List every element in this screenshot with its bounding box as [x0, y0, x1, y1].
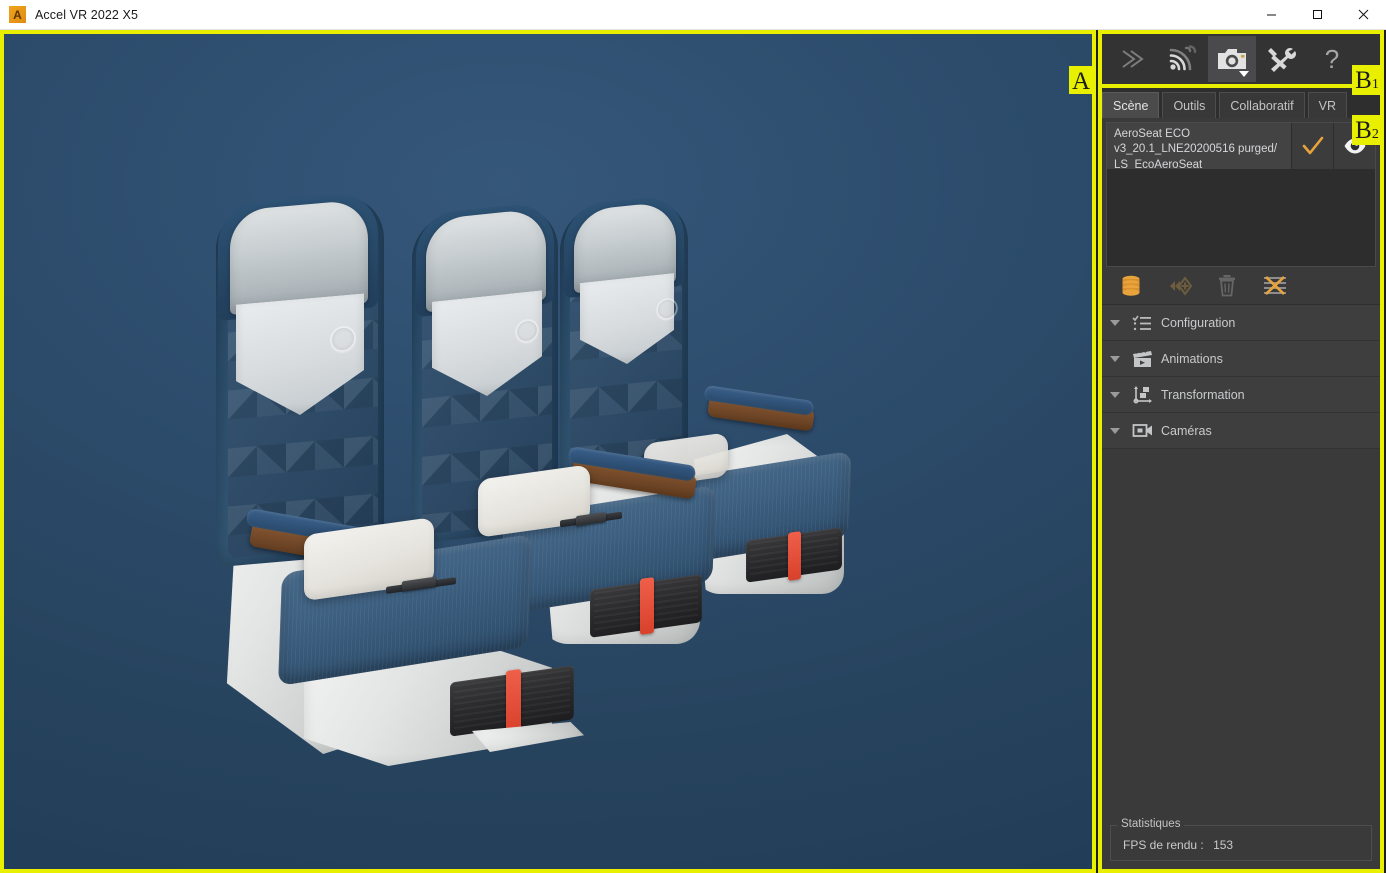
camera-icon[interactable] [1208, 36, 1256, 82]
close-button[interactable] [1340, 0, 1386, 30]
clear-list-icon[interactable] [1262, 273, 1288, 299]
scene-list-item[interactable]: AeroSeat ECO v3_20.1_LNE20200516 purged/… [1107, 123, 1375, 170]
camera-dropdown-caret-icon[interactable] [1239, 71, 1249, 77]
3d-viewport[interactable] [4, 34, 1092, 869]
chevron-down-icon[interactable] [1110, 319, 1120, 326]
tab-collaboratif[interactable]: Collaboratif [1219, 92, 1305, 118]
annotation-badge-b2: B2 [1352, 115, 1382, 145]
badge-b2-sub: 2 [1371, 127, 1379, 142]
panel-region-b2: Scène Outils Collaboratif VR AeroSeat EC… [1098, 88, 1384, 873]
help-icon[interactable]: ? [1308, 36, 1356, 82]
app-logo-icon: A [9, 6, 26, 23]
badge-b2-text: B [1355, 117, 1372, 144]
scene-panel: Scène Outils Collaboratif VR AeroSeat EC… [1102, 88, 1380, 869]
aircraft-seat-row-model [4, 34, 1092, 869]
fps-row: FPS de rendu : 153 [1119, 832, 1363, 852]
clapperboard-icon [1131, 348, 1153, 370]
panel-tabs: Scène Outils Collaboratif VR [1102, 88, 1380, 118]
tab-vr[interactable]: VR [1307, 92, 1348, 118]
streaming-icon[interactable] [1158, 36, 1206, 82]
delete-trash-icon[interactable] [1214, 273, 1240, 299]
window-controls [1248, 0, 1386, 30]
video-camera-icon [1131, 420, 1153, 442]
properties-accordion: Configuration Animations Transformation … [1102, 305, 1380, 449]
accordion-section-transformation[interactable]: Transformation [1102, 377, 1380, 413]
transform-node-icon [1131, 384, 1153, 406]
check-icon [1302, 136, 1323, 155]
scene-list[interactable]: AeroSeat ECO v3_20.1_LNE20200516 purged/… [1106, 122, 1376, 267]
accordion-section-configuration[interactable]: Configuration [1102, 305, 1380, 341]
chevron-down-icon[interactable] [1110, 427, 1120, 434]
tools-icon[interactable] [1258, 36, 1306, 82]
toolbar-region-b1: ? [1098, 30, 1384, 88]
maximize-button[interactable] [1294, 0, 1340, 30]
chevron-down-icon[interactable] [1110, 391, 1120, 398]
annotation-badge-a: A [1069, 66, 1093, 94]
scene-list-actions [1102, 267, 1380, 305]
minimize-button[interactable] [1248, 0, 1294, 30]
database-stack-icon[interactable] [1118, 273, 1144, 299]
statistics-legend: Statistiques [1117, 818, 1185, 830]
right-column: ? Scène Outils Collaboratif VR AeroSeat [1096, 30, 1386, 873]
accordion-label: Configuration [1161, 315, 1236, 330]
svg-text:?: ? [1325, 45, 1339, 73]
add-node-icon[interactable] [1166, 273, 1192, 299]
accordion-label: Caméras [1161, 423, 1212, 438]
workspace: ? Scène Outils Collaboratif VR AeroSeat [0, 30, 1386, 873]
badge-b1-sub: 1 [1371, 77, 1379, 92]
title-bar: A Accel VR 2022 X5 [0, 0, 1386, 30]
accordion-section-animations[interactable]: Animations [1102, 341, 1380, 377]
badge-a-text: A [1071, 68, 1091, 95]
checklist-icon [1131, 312, 1153, 334]
accordion-section-cameras[interactable]: Caméras [1102, 413, 1380, 449]
fps-value: 153 [1213, 838, 1234, 852]
chevron-down-icon[interactable] [1110, 355, 1120, 362]
scene-item-check-toggle[interactable] [1291, 123, 1333, 169]
fps-label: FPS de rendu : [1123, 838, 1204, 852]
annotation-badge-b1: B1 [1352, 65, 1382, 95]
main-toolbar: ? [1102, 34, 1380, 84]
viewport-region-a[interactable] [0, 30, 1096, 873]
accordion-label: Transformation [1161, 387, 1245, 402]
tab-scene[interactable]: Scène [1102, 92, 1160, 118]
statistics-group: Statistiques FPS de rendu : 153 [1110, 818, 1372, 861]
expand-chevron-icon[interactable] [1108, 36, 1156, 82]
panel-empty-area [1102, 449, 1380, 825]
window-title: Accel VR 2022 X5 [35, 7, 139, 22]
scene-item-label: AeroSeat ECO v3_20.1_LNE20200516 purged/… [1114, 128, 1278, 169]
tab-outils[interactable]: Outils [1162, 92, 1217, 118]
badge-b1-text: B [1355, 67, 1372, 94]
accordion-label: Animations [1161, 351, 1223, 366]
